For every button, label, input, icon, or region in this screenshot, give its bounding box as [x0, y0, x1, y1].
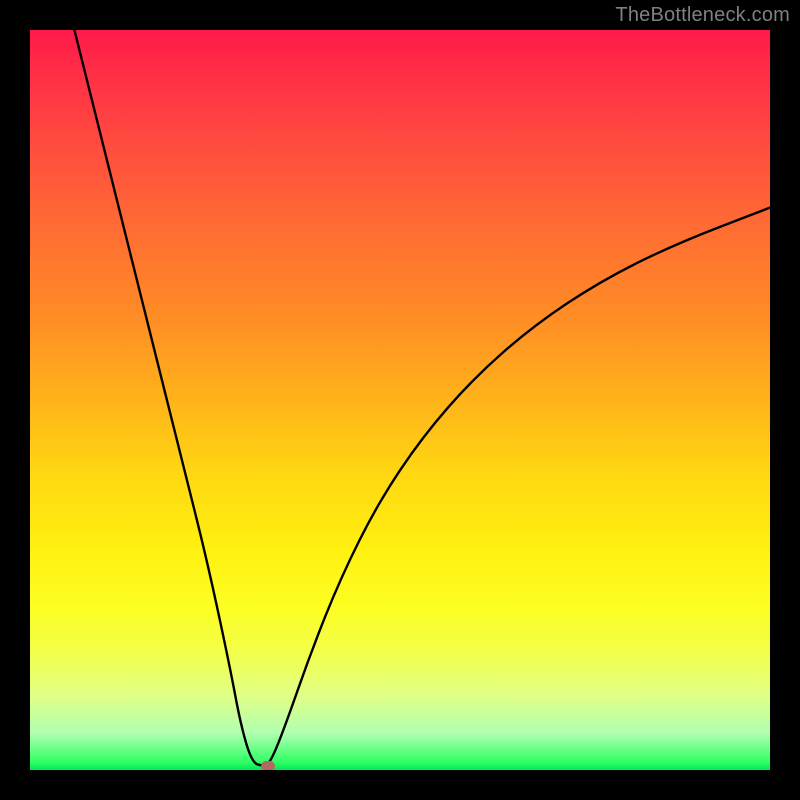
watermark-text: TheBottleneck.com	[615, 4, 790, 27]
plot-area	[30, 30, 770, 770]
chart-frame: TheBottleneck.com	[0, 0, 800, 800]
optimal-point-marker	[261, 761, 275, 770]
bottleneck-curve	[30, 30, 770, 770]
